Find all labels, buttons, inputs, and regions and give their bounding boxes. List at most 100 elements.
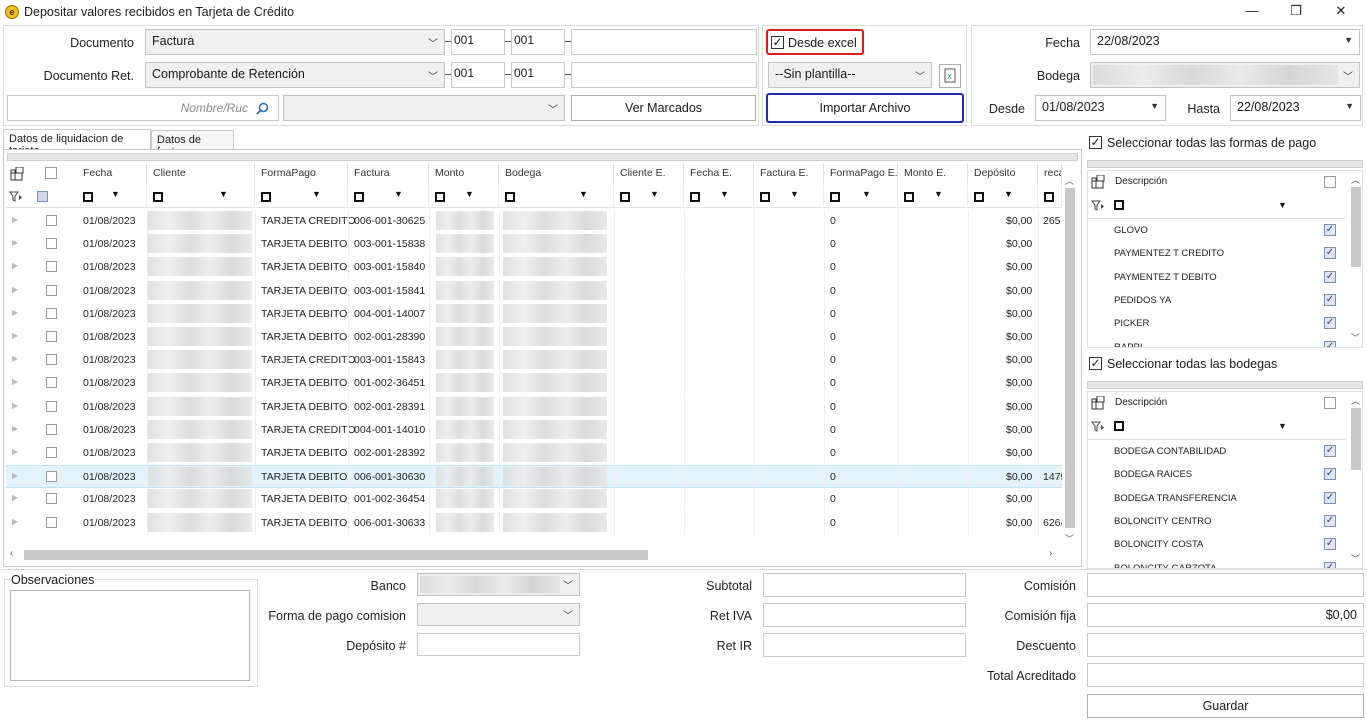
documento-serie1-field[interactable]: 001: [451, 29, 505, 55]
bodega-item-checkbox[interactable]: ✓: [1324, 538, 1336, 551]
bodegas-header-checkbox[interactable]: [1324, 397, 1336, 409]
select-all-formas-checkbox[interactable]: ✓ Seleccionar todas las formas de pago: [1089, 136, 1359, 152]
table-row[interactable]: ▶ 01/08/2023 TARJETA DEBITO 006-001-30633 0 $…: [6, 511, 1078, 535]
table-row[interactable]: ▶ 01/08/2023 TARJETA DEBITO 001-002-36451 0 $…: [6, 372, 1078, 396]
filter-cell-factura-e[interactable]: ▼: [754, 186, 824, 208]
hasta-picker[interactable]: 22/08/2023 ▼: [1230, 95, 1361, 121]
bodegas-scrollbar[interactable]: ︿ ﹀: [1348, 392, 1362, 568]
dropdown-arrow-icon[interactable]: ▼: [1278, 200, 1287, 210]
documento-select[interactable]: Factura ﹀: [145, 29, 445, 55]
filter-icon[interactable]: [1091, 200, 1105, 212]
bodega-list-item[interactable]: BODEGA TRANSFERENCIA ✓: [1088, 487, 1346, 510]
bodega-item-checkbox[interactable]: ✓: [1324, 514, 1336, 527]
close-button[interactable]: ✕: [1318, 0, 1364, 24]
desde-picker[interactable]: 01/08/2023 ▼: [1035, 95, 1166, 121]
formas-header-descripcion[interactable]: Descripción: [1115, 176, 1167, 187]
table-row[interactable]: ▶ 01/08/2023 TARJETA CREDITO 006-001-30625 0…: [6, 210, 1078, 233]
scroll-up-icon[interactable]: ︿: [1065, 174, 1074, 187]
column-header-fecha-e[interactable]: Fecha E.: [684, 163, 754, 185]
row-checkbox[interactable]: [46, 261, 57, 273]
scroll-up-icon[interactable]: ︿: [1351, 394, 1360, 407]
table-row[interactable]: ▶ 01/08/2023 TARJETA DEBITO 006-001-30630 0 $…: [6, 465, 1078, 490]
filter-cell-cliente-e[interactable]: ▼: [614, 186, 684, 208]
bodega-list-item[interactable]: BOLONCITY GARZOTA ✓: [1088, 557, 1346, 568]
bodegas-header-descripcion[interactable]: Descripción: [1115, 397, 1167, 408]
table-row[interactable]: ▶ 01/08/2023 TARJETA DEBITO 001-002-36454 0 $…: [6, 488, 1078, 512]
filter-cell-reca[interactable]: [1038, 186, 1062, 208]
forma-pago-item-checkbox[interactable]: ✓: [1324, 293, 1336, 306]
search-input[interactable]: Nombre/Ruc: [7, 95, 279, 121]
filter-icon[interactable]: [1091, 421, 1105, 433]
forma-pago-item-checkbox[interactable]: ✓: [1324, 270, 1336, 283]
select-all-checkbox[interactable]: [45, 167, 57, 179]
forma-pago-item-checkbox[interactable]: ✓: [1324, 317, 1336, 330]
forma-pago-item-checkbox[interactable]: ✓: [1324, 224, 1336, 236]
filter-cell-factura[interactable]: ▼: [348, 186, 429, 208]
column-header-deposito[interactable]: Depósito: [968, 163, 1038, 185]
ret-numero-field[interactable]: [571, 62, 757, 88]
forma-pago-list-item[interactable]: RAPPI ✓: [1088, 336, 1346, 347]
bodega-list-item[interactable]: BODEGA RAICES ✓: [1088, 463, 1346, 486]
scroll-right-icon[interactable]: ›: [1049, 548, 1052, 559]
bodega-item-checkbox[interactable]: ✓: [1324, 491, 1336, 504]
descuento-field[interactable]: [1087, 633, 1364, 657]
formas-header-checkbox[interactable]: [1324, 176, 1336, 188]
row-checkbox[interactable]: [46, 215, 57, 226]
forma-pago-list-item[interactable]: PICKER ✓: [1088, 312, 1346, 335]
scroll-down-icon[interactable]: ﹀: [1351, 552, 1360, 565]
filter-cell-deposito[interactable]: ▼: [968, 186, 1038, 208]
row-checkbox[interactable]: [46, 447, 57, 458]
vertical-scroll-thumb[interactable]: [1065, 188, 1075, 528]
scroll-down-icon[interactable]: ﹀: [1065, 532, 1074, 545]
banco-select[interactable]: ﹀: [417, 573, 580, 596]
fecha-picker[interactable]: 22/08/2023 ▼: [1090, 29, 1360, 55]
scroll-down-icon[interactable]: ﹀: [1351, 331, 1360, 344]
table-row[interactable]: ▶ 01/08/2023 TARJETA DEBITO 004-001-14007 0 $…: [6, 302, 1078, 326]
table-row[interactable]: ▶ 01/08/2023 TARJETA DEBITO 002-001-28391 0 $…: [6, 395, 1078, 419]
filter-cell-fecha[interactable]: ▼: [77, 186, 147, 208]
bodegas-scroll-thumb[interactable]: [1351, 408, 1361, 470]
row-checkbox[interactable]: [46, 471, 57, 483]
filter-cell-monto-e[interactable]: ▼: [898, 186, 968, 208]
horizontal-scroll-thumb[interactable]: [24, 550, 648, 560]
forma-pago-list-item[interactable]: GLOVO ✓: [1088, 219, 1346, 242]
column-chooser-icon[interactable]: [1091, 396, 1105, 410]
deposito-field[interactable]: [417, 633, 580, 656]
row-checkbox[interactable]: [46, 331, 57, 342]
importar-archivo-button[interactable]: Importar Archivo: [766, 93, 964, 123]
filter-cell-cliente[interactable]: ▼: [147, 186, 255, 208]
formas-scroll-thumb[interactable]: [1351, 187, 1361, 267]
filter-checkbox[interactable]: [37, 191, 48, 202]
bodega-list-item[interactable]: BOLONCITY COSTA ✓: [1088, 533, 1346, 556]
column-chooser-icon[interactable]: [10, 167, 24, 181]
forma-pago-comision-select[interactable]: ﹀: [417, 603, 580, 626]
comision-fija-field[interactable]: $0,00: [1087, 603, 1364, 627]
column-header-fecha[interactable]: Fecha: [77, 163, 147, 185]
table-row[interactable]: ▶ 01/08/2023 TARJETA DEBITO 003-001-15838 0 $…: [6, 233, 1078, 257]
documento-serie2-field[interactable]: 001: [511, 29, 565, 55]
filter-icon[interactable]: [9, 191, 23, 203]
row-checkbox[interactable]: [46, 284, 57, 296]
column-header-reca[interactable]: reca: [1038, 163, 1062, 185]
observaciones-textarea[interactable]: [10, 590, 250, 681]
table-row[interactable]: ▶ 01/08/2023 TARJETA CREDITO 004-001-14010 0…: [6, 418, 1078, 442]
filter-square-icon[interactable]: [1114, 200, 1124, 210]
restore-button[interactable]: ❐: [1273, 0, 1319, 24]
scroll-left-icon[interactable]: ‹: [10, 548, 13, 559]
ret-serie1-field[interactable]: 001: [451, 62, 505, 88]
forma-pago-list-item[interactable]: PAYMENTEZ T DEBITO ✓: [1088, 266, 1346, 289]
column-chooser-icon[interactable]: [1091, 175, 1105, 189]
row-checkbox[interactable]: [46, 493, 57, 505]
table-row[interactable]: ▶ 01/08/2023 TARJETA DEBITO 003-001-15840 0 $…: [6, 256, 1078, 280]
select-all-bodegas-checkbox[interactable]: ✓ Seleccionar todas las bodegas: [1089, 357, 1359, 373]
filter-cell-formapago-e[interactable]: ▼: [824, 186, 898, 208]
forma-pago-item-checkbox[interactable]: ✓: [1324, 340, 1336, 347]
formas-scrollbar[interactable]: ︿ ﹀: [1348, 171, 1362, 347]
ret-iva-field[interactable]: [763, 603, 966, 627]
row-checkbox[interactable]: [46, 516, 57, 528]
table-row[interactable]: ▶ 01/08/2023 TARJETA DEBITO 003-001-15841 0 $…: [6, 279, 1078, 303]
ret-serie2-field[interactable]: 001: [511, 62, 565, 88]
table-row[interactable]: ▶ 01/08/2023 TARJETA DEBITO 002-001-28390 0 $…: [6, 326, 1078, 349]
plantilla-select[interactable]: --Sin plantilla-- ﹀: [768, 62, 932, 88]
row-checkbox[interactable]: [46, 423, 57, 435]
